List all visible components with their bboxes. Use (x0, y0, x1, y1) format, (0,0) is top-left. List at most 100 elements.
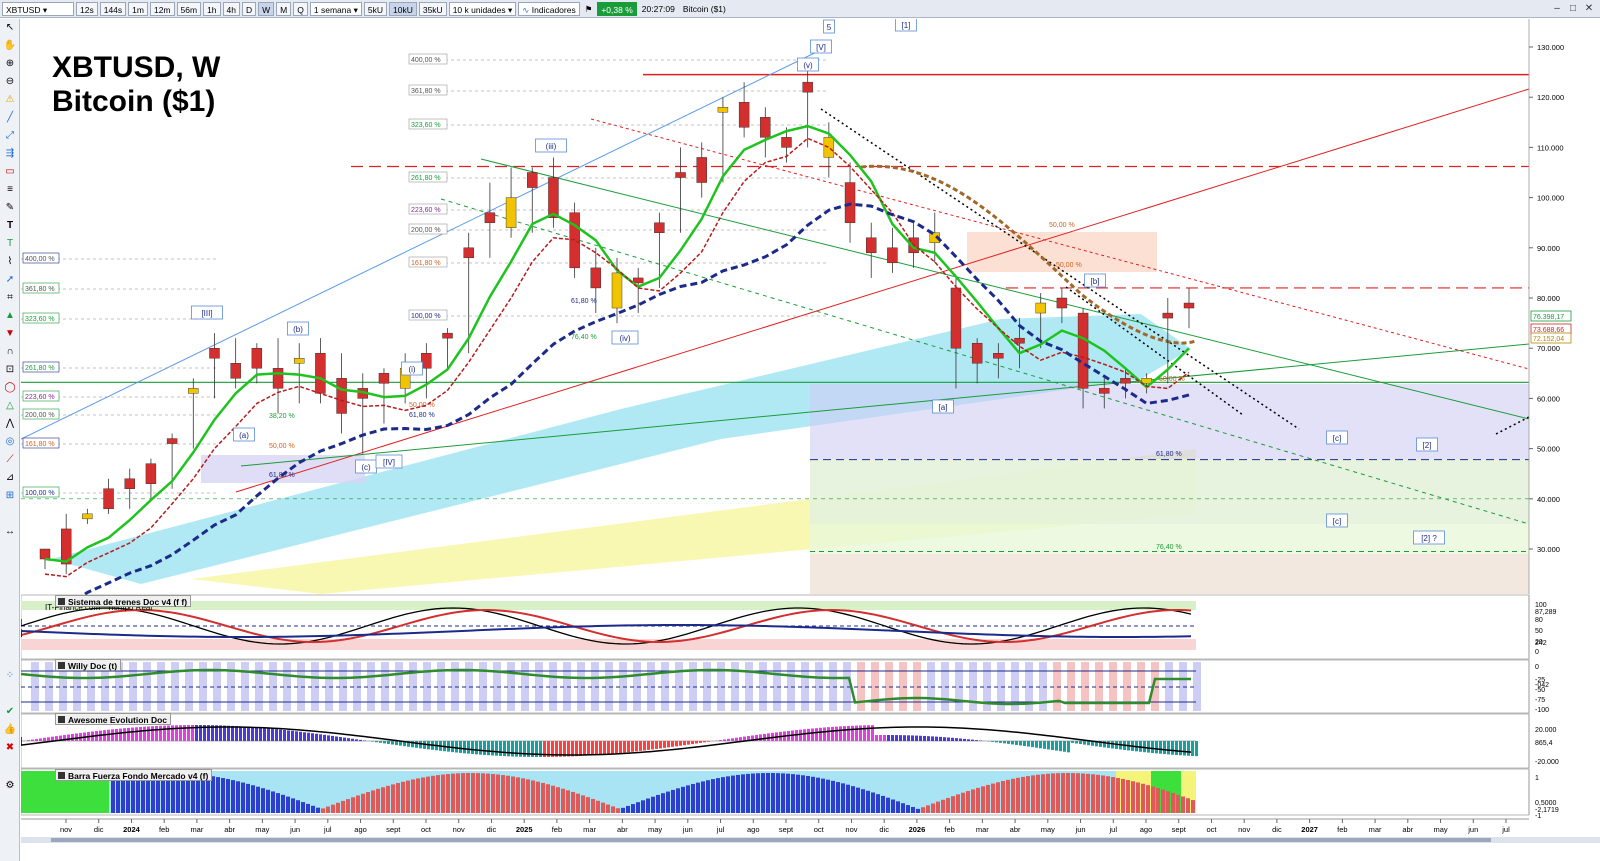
cursor-icon[interactable]: ↖ (3, 21, 17, 35)
measure-icon[interactable]: ↔ (3, 525, 17, 539)
line-tool-icon[interactable]: ╱ (3, 111, 17, 125)
time-axis-label: nov (60, 825, 72, 834)
arrow-tool-icon[interactable]: ➚ (3, 273, 17, 287)
awesome-bar (683, 741, 686, 746)
barra-bar (1136, 782, 1140, 813)
wave-tool-icon[interactable]: ⌇ (3, 255, 17, 269)
barra-bar (1066, 773, 1070, 813)
interval-12m[interactable]: 12m (149, 1, 175, 16)
scatter-tool-icon[interactable]: ⁘ (3, 669, 17, 683)
text-tool-icon[interactable]: T (3, 219, 17, 233)
chart-area[interactable]: XBTUSD, W Bitcoin ($1) IT-Finance.com - … (21, 19, 1600, 861)
time-axis-label: mar (1369, 825, 1382, 834)
triangle-tool-icon[interactable]: △ (3, 399, 17, 413)
wave-label: (a) (239, 431, 249, 440)
panel-label-barra[interactable]: Barra Fuerza Fondo Mercado v4 (f) (55, 769, 213, 781)
awesome-bar (511, 741, 514, 757)
label-tool-icon[interactable]: T (3, 237, 17, 251)
zoom-in-icon[interactable]: ⊕ (3, 57, 17, 71)
interval-w[interactable]: W (258, 1, 275, 16)
fib-small-label: 50,00 % (269, 443, 295, 450)
candle-body (209, 348, 220, 359)
tick-5ku[interactable]: 5kU (363, 1, 387, 16)
awesome-bar (1063, 741, 1066, 752)
awesome-bar (583, 741, 586, 756)
gann-tool-icon[interactable]: ⊿ (3, 471, 17, 485)
panel-label-willy[interactable]: Willy Doc (t) (55, 659, 122, 671)
tick-10ku[interactable]: 10kU (389, 1, 417, 16)
fib-tool-icon[interactable]: ≡ (3, 183, 17, 197)
maximize-icon[interactable]: □ (1566, 2, 1580, 16)
time-axis-label: jul (1109, 825, 1118, 834)
candle-body (463, 247, 474, 259)
barra-bar (411, 779, 415, 813)
interval-4h[interactable]: 4h (222, 1, 240, 16)
close-icon[interactable]: ✕ (1582, 2, 1596, 16)
tick-35ku[interactable]: 35kU (418, 1, 447, 16)
pen-tool-icon[interactable]: ✎ (3, 201, 17, 215)
lock-icon[interactable]: ⊡ (3, 363, 17, 377)
wave-label: (iii) (546, 142, 557, 151)
range-selector[interactable]: 1 semana ▾ (309, 1, 362, 16)
awesome-bar (159, 725, 162, 741)
trend-tool-icon[interactable]: ⤢ (3, 129, 17, 143)
barra-bar (961, 792, 965, 813)
interval-12s[interactable]: 12s (76, 1, 98, 16)
barra-bar (806, 775, 810, 813)
interval-144s[interactable]: 144s (99, 1, 127, 16)
barra-bar (646, 798, 650, 813)
interval-d[interactable]: D (242, 1, 257, 16)
time-axis-label: jun (289, 825, 300, 834)
interval-1m[interactable]: 1m (128, 1, 148, 16)
awesome-bar (1027, 741, 1030, 747)
awesome-bar (687, 741, 690, 745)
long-position-icon[interactable]: ▲ (3, 309, 17, 323)
interval-m[interactable]: M (276, 1, 292, 16)
barra-bar (1086, 773, 1090, 813)
symbol-selector[interactable]: XBTUSD ▾ (2, 1, 74, 16)
pan-icon[interactable]: ✋ (3, 39, 17, 53)
ellipse-tool-icon[interactable]: ◯ (3, 381, 17, 395)
zoom-out-icon[interactable]: ⊖ (3, 75, 17, 89)
barra-bar (301, 802, 305, 813)
barra-bar (696, 782, 700, 813)
barra-bar (396, 783, 400, 813)
projection-tool-icon[interactable]: ⊞ (3, 489, 17, 503)
barra-bar (1131, 781, 1135, 813)
ruler-icon[interactable]: ⌗ (3, 291, 17, 305)
awesome-bar (1175, 741, 1178, 756)
awesome-bar (1043, 741, 1046, 749)
settings-icon[interactable]: ⚙ (3, 779, 17, 793)
barra-bar (946, 797, 950, 813)
panel-label-trenes[interactable]: Sistema de trenes Doc v4 (f f) (55, 595, 192, 607)
delete-icon[interactable]: ✖ (3, 741, 17, 755)
short-position-icon[interactable]: ▼ (3, 327, 17, 341)
barra-bar (756, 773, 760, 813)
barra-bar (246, 783, 250, 813)
barra-bar (416, 778, 420, 813)
magnet-icon[interactable]: ∩ (3, 345, 17, 359)
check-icon[interactable]: ✔ (3, 705, 17, 719)
flag-icon[interactable]: ⚑ (582, 2, 596, 16)
polyline-tool-icon[interactable]: ⟋ (3, 453, 17, 467)
units-selector[interactable]: 10 k unidades ▾ (448, 1, 517, 16)
pattern-tool-icon[interactable]: ⋀ (3, 417, 17, 431)
thumbs-up-icon[interactable]: 👍 (3, 723, 17, 737)
panel-label-awesome[interactable]: Awesome Evolution Doc (55, 713, 172, 725)
price-chart-svg[interactable]: 400,00 % 361,80 % 323,60 % 261,80 % 223,60 %… (21, 19, 1600, 861)
awesome-bar (491, 741, 494, 756)
barra-bar (911, 806, 915, 813)
cycle-tool-icon[interactable]: ◎ (3, 435, 17, 449)
interval-1h[interactable]: 1h (203, 1, 221, 16)
alert-icon[interactable]: ⚠ (3, 93, 17, 107)
interval-q[interactable]: Q (293, 1, 308, 16)
channel-tool-icon[interactable]: ⇶ (3, 147, 17, 161)
time-axis-label: oct (421, 825, 432, 834)
minimize-icon[interactable]: – (1550, 2, 1564, 16)
interval-56m[interactable]: 56m (176, 1, 202, 16)
top-toolbar: XBTUSD ▾ 12s 144s 1m 12m 56m 1h 4h D W M… (0, 0, 1600, 18)
awesome-bar (39, 738, 42, 741)
rectangle-tool-icon[interactable]: ▭ (3, 165, 17, 179)
time-axis-label: abr (1010, 825, 1021, 834)
indicators-button[interactable]: ∿ Indicadores (518, 1, 580, 16)
